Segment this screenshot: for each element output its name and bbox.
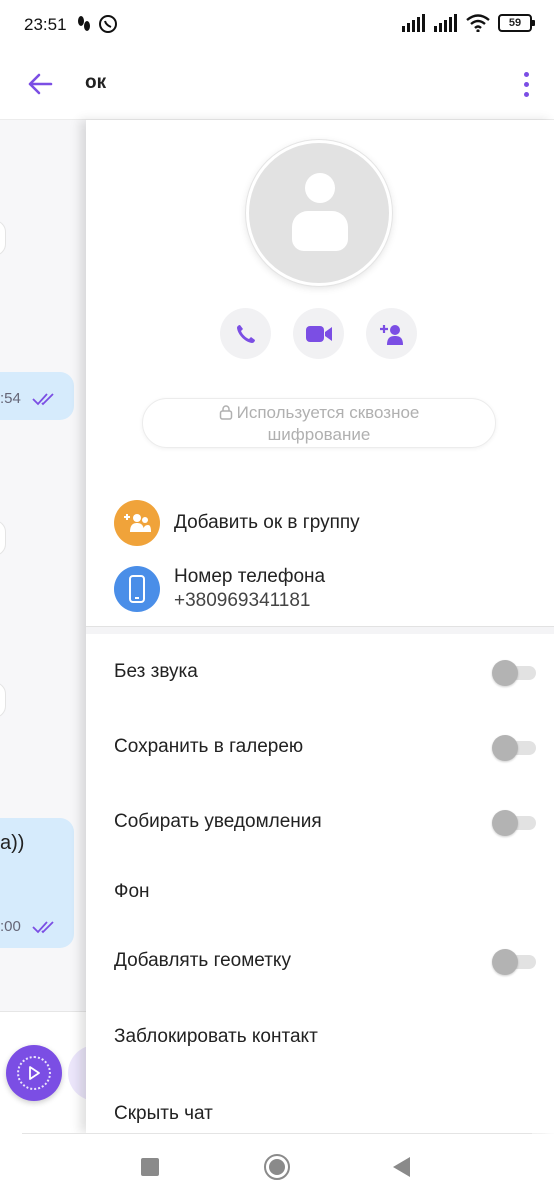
battery-level: 59 — [508, 17, 522, 29]
setting-block-contact[interactable]: Заблокировать контакт — [114, 1017, 534, 1057]
arrow-left-icon — [28, 73, 53, 95]
encryption-notice[interactable]: Используется сквозное шифрование — [142, 398, 496, 448]
signal-icon — [402, 14, 425, 32]
setting-label: Добавлять геометку — [114, 950, 291, 971]
toggle-thumb — [492, 949, 518, 975]
phone-label: Номер телефона — [174, 566, 326, 587]
phone-number: +380969341181 — [174, 590, 311, 611]
video-camera-icon — [305, 325, 332, 342]
avatar-body — [292, 211, 348, 251]
bubble-time: :54 — [0, 390, 21, 407]
setting-label: Собирать уведомления — [114, 811, 322, 832]
setting-label: Сохранить в галерею — [114, 736, 304, 757]
date-pill — [0, 682, 6, 718]
geotag-toggle[interactable] — [492, 949, 538, 975]
voice-message-button[interactable] — [6, 1045, 62, 1101]
status-notification-icons — [76, 14, 118, 34]
bubble-text: а)) — [0, 832, 25, 854]
back-triangle-icon[interactable] — [393, 1157, 410, 1177]
status-time: 23:51 — [24, 15, 67, 34]
play-icon — [17, 1056, 51, 1090]
mobile-phone-icon — [114, 566, 160, 612]
more-options-button[interactable] — [514, 66, 538, 102]
avatar-head — [305, 173, 335, 203]
setting-label: Заблокировать контакт — [114, 1026, 318, 1047]
save-to-gallery-toggle[interactable] — [492, 735, 538, 761]
setting-label: Скрыть чат — [114, 1103, 213, 1124]
add-to-group-row[interactable]: Добавить ок в группу — [114, 500, 360, 546]
whatsapp-icon — [99, 15, 117, 33]
group-add-icon — [114, 500, 160, 546]
double-check-icon — [32, 921, 54, 934]
setting-collect-notifications[interactable]: Собирать уведомления — [114, 802, 536, 842]
battery-icon: 59 — [498, 14, 535, 32]
avatar[interactable] — [246, 140, 392, 286]
more-dot — [523, 81, 529, 87]
recent-apps-icon[interactable] — [141, 1158, 159, 1176]
background-chat: :54 а)) :00 — [0, 120, 86, 1133]
chat-bubble: :54 — [0, 372, 74, 420]
setting-label: Без звука — [114, 661, 198, 682]
add-to-group-label: Добавить ок в группу — [174, 512, 360, 533]
more-dot — [523, 91, 529, 97]
status-bar: 23:51 59 — [0, 0, 554, 50]
encryption-text-1: Используется сквозное — [236, 403, 420, 422]
add-person-icon — [379, 324, 403, 345]
setting-label: Фон — [114, 881, 150, 902]
encryption-line-1: Используется сквозное — [143, 402, 495, 424]
lock-icon — [219, 405, 232, 420]
chat-info-panel: Используется сквозное шифрование Добавит… — [86, 120, 554, 1133]
collect-notifications-toggle[interactable] — [492, 810, 538, 836]
setting-save-to-gallery[interactable]: Сохранить в галерею — [114, 727, 536, 767]
mute-toggle[interactable] — [492, 660, 538, 686]
setting-hide-chat[interactable]: Скрыть чат — [114, 1094, 534, 1133]
pedometer-icon — [78, 16, 90, 31]
toggle-thumb — [492, 810, 518, 836]
home-icon[interactable] — [264, 1154, 290, 1180]
add-participant-button[interactable] — [366, 308, 417, 359]
home-icon-inner — [269, 1159, 285, 1175]
date-pill — [0, 520, 6, 556]
status-system-icons: 59 — [402, 14, 535, 32]
setting-mute[interactable]: Без звука — [114, 652, 536, 692]
app-bar: ок — [0, 50, 554, 120]
more-dot — [523, 71, 529, 77]
phone-number-row[interactable]: Номер телефона +380969341181 — [114, 566, 325, 612]
system-nav-bar — [0, 1134, 554, 1200]
toggle-thumb — [492, 735, 518, 761]
chat-bubble: а)) :00 — [0, 818, 74, 948]
section-divider — [86, 626, 554, 634]
back-button[interactable] — [22, 66, 58, 102]
call-button[interactable] — [220, 308, 271, 359]
toggle-thumb — [492, 660, 518, 686]
date-pill — [0, 220, 6, 256]
phone-info: Номер телефона +380969341181 — [174, 566, 325, 612]
page-title: ок — [85, 72, 107, 93]
setting-geotag[interactable]: Добавлять геометку — [114, 941, 536, 981]
contact-actions — [220, 308, 417, 359]
double-check-icon — [32, 393, 54, 406]
bubble-time: :00 — [0, 918, 21, 935]
wifi-icon — [466, 14, 490, 32]
phone-icon — [236, 324, 255, 343]
setting-background[interactable]: Фон — [114, 872, 534, 912]
encryption-text-2: шифрование — [267, 425, 371, 444]
video-call-button[interactable] — [293, 308, 344, 359]
signal-icon — [434, 14, 457, 32]
